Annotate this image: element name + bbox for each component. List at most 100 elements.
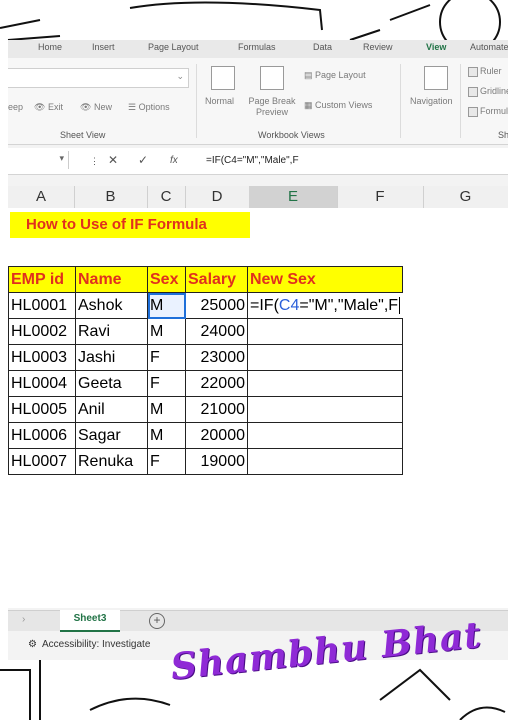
list-icon: ☰ xyxy=(128,102,137,112)
header-sex[interactable]: Sex xyxy=(147,266,186,293)
employee-table: EMP id Name Sex Salary New Sex HL0001 As… xyxy=(8,266,403,475)
cell-name[interactable]: Ashok xyxy=(75,292,148,319)
column-header-f[interactable]: F xyxy=(337,186,424,208)
cell-sex[interactable]: F xyxy=(147,344,186,371)
gridlines-checkbox[interactable]: Gridlines xyxy=(468,86,508,97)
cell-new-sex[interactable] xyxy=(247,422,403,449)
normal-view-button[interactable]: Normal xyxy=(205,96,234,106)
header-name[interactable]: Name xyxy=(75,266,148,293)
cell-name[interactable]: Jashi xyxy=(75,344,148,371)
excel-window: Home Insert Page Layout Formulas Data Re… xyxy=(8,40,508,660)
cell-emp-id[interactable]: HL0005 xyxy=(8,396,76,423)
cell-name[interactable]: Sagar xyxy=(75,422,148,449)
options-button[interactable]: ☰ Options xyxy=(128,102,170,113)
column-header-g[interactable]: G xyxy=(423,186,508,208)
eye-icon: 👁 xyxy=(34,102,46,112)
custom-views-button[interactable]: ▦ Custom Views xyxy=(304,100,372,111)
table-row: HL0007 Renuka F 19000 xyxy=(8,448,403,475)
navigation-button[interactable]: Navigation xyxy=(410,96,453,106)
enter-icon[interactable]: ✓ xyxy=(138,153,148,167)
tab-view[interactable]: View xyxy=(426,42,446,52)
cancel-icon[interactable]: ✕ xyxy=(108,153,118,167)
cell-name[interactable]: Anil xyxy=(75,396,148,423)
tab-page-layout[interactable]: Page Layout xyxy=(148,42,199,52)
cell-salary[interactable]: 25000 xyxy=(185,292,248,319)
add-sheet-icon[interactable]: + xyxy=(149,613,165,629)
cell-sex[interactable]: F xyxy=(147,370,186,397)
cell-new-sex[interactable] xyxy=(247,448,403,475)
cell-new-sex[interactable] xyxy=(247,396,403,423)
cell-emp-id[interactable]: HL0006 xyxy=(8,422,76,449)
eye-plus-icon: 👁 xyxy=(80,102,92,112)
header-salary[interactable]: Salary xyxy=(185,266,248,293)
ruler-label: Ruler xyxy=(480,66,502,76)
page-layout-label: Page Layout xyxy=(315,70,366,80)
cell-name[interactable]: Ravi xyxy=(75,318,148,345)
ruler-checkbox[interactable]: Ruler xyxy=(468,66,502,77)
cell-sex[interactable]: F xyxy=(147,448,186,475)
accessibility-status[interactable]: Accessibility: Investigate xyxy=(42,639,150,650)
page-layout-button[interactable]: ▤ Page Layout xyxy=(304,70,366,81)
cell-sex[interactable]: M xyxy=(147,422,186,449)
scroll-left-icon[interactable]: › xyxy=(22,614,25,625)
cell-new-sex[interactable] xyxy=(247,370,403,397)
cell-emp-id[interactable]: HL0003 xyxy=(8,344,76,371)
column-header-c[interactable]: C xyxy=(147,186,186,208)
cell-salary[interactable]: 24000 xyxy=(185,318,248,345)
ribbon: ⌄ Keep 👁 Exit 👁 New ☰ Options Sheet View… xyxy=(8,58,508,145)
sheet-title[interactable]: How to Use of IF Formula xyxy=(10,212,250,238)
cell-emp-id[interactable]: HL0001 xyxy=(8,292,76,319)
cell-sex-referenced[interactable]: M xyxy=(147,292,186,319)
cell-emp-id[interactable]: HL0004 xyxy=(8,370,76,397)
cell-sex[interactable]: M xyxy=(147,318,186,345)
drag-handle-icon[interactable]: ⋮ xyxy=(90,156,99,167)
custom-views-icon: ▦ xyxy=(304,100,313,110)
cell-new-sex-editing[interactable]: =IF(C4="M","Male",F xyxy=(247,292,403,319)
formula-suffix: ="M","Male",F xyxy=(299,296,399,314)
ribbon-divider xyxy=(196,64,197,138)
tab-formulas[interactable]: Formulas xyxy=(238,42,276,52)
cell-salary[interactable]: 20000 xyxy=(185,422,248,449)
tab-review[interactable]: Review xyxy=(363,42,393,52)
cell-salary[interactable]: 19000 xyxy=(185,448,248,475)
cell-new-sex[interactable] xyxy=(247,318,403,345)
column-header-a[interactable]: A xyxy=(8,186,75,208)
custom-views-label: Custom Views xyxy=(315,100,373,110)
ribbon-divider xyxy=(460,64,461,138)
tab-home[interactable]: Home xyxy=(38,42,62,52)
gridlines-label: Gridlines xyxy=(480,86,508,96)
cell-salary[interactable]: 23000 xyxy=(185,344,248,371)
formula-reference: C4 xyxy=(278,296,300,314)
column-header-b[interactable]: B xyxy=(74,186,148,208)
new-button[interactable]: 👁 New xyxy=(80,102,112,113)
insert-function-icon[interactable]: fx xyxy=(170,155,178,166)
exit-button[interactable]: 👁 Exit xyxy=(34,102,63,113)
cell-new-sex[interactable] xyxy=(247,344,403,371)
sheet-view-dropdown[interactable]: ⌄ xyxy=(8,68,189,88)
cell-sex[interactable]: M xyxy=(147,396,186,423)
cell-emp-id[interactable]: HL0007 xyxy=(8,448,76,475)
header-emp-id[interactable]: EMP id xyxy=(8,266,76,293)
new-label: New xyxy=(93,102,112,112)
checkbox-icon xyxy=(468,86,478,97)
cell-emp-id[interactable]: HL0002 xyxy=(8,318,76,345)
checkbox-icon xyxy=(468,106,478,117)
keep-button[interactable]: Keep xyxy=(8,102,23,112)
column-header-d[interactable]: D xyxy=(185,186,250,208)
formula-bar-checkbox[interactable]: Formula xyxy=(468,106,508,117)
cell-salary[interactable]: 22000 xyxy=(185,370,248,397)
tab-insert[interactable]: Insert xyxy=(92,42,115,52)
cell-name[interactable]: Renuka xyxy=(75,448,148,475)
column-header-e[interactable]: E xyxy=(249,186,338,208)
sheet-tab-sheet3[interactable]: Sheet3 xyxy=(60,610,120,632)
formula-input[interactable]: =IF(C4="M","Male",F xyxy=(206,155,299,166)
name-box[interactable]: ▾ xyxy=(8,151,69,169)
header-new-sex[interactable]: New Sex xyxy=(247,266,403,293)
table-row: HL0006 Sagar M 20000 xyxy=(8,422,403,449)
tab-automate[interactable]: Automate xyxy=(470,42,508,52)
page-break-preview-button[interactable]: Page Break Preview xyxy=(246,96,298,118)
tab-data[interactable]: Data xyxy=(313,42,332,52)
ribbon-divider xyxy=(400,64,401,138)
cell-salary[interactable]: 21000 xyxy=(185,396,248,423)
cell-name[interactable]: Geeta xyxy=(75,370,148,397)
